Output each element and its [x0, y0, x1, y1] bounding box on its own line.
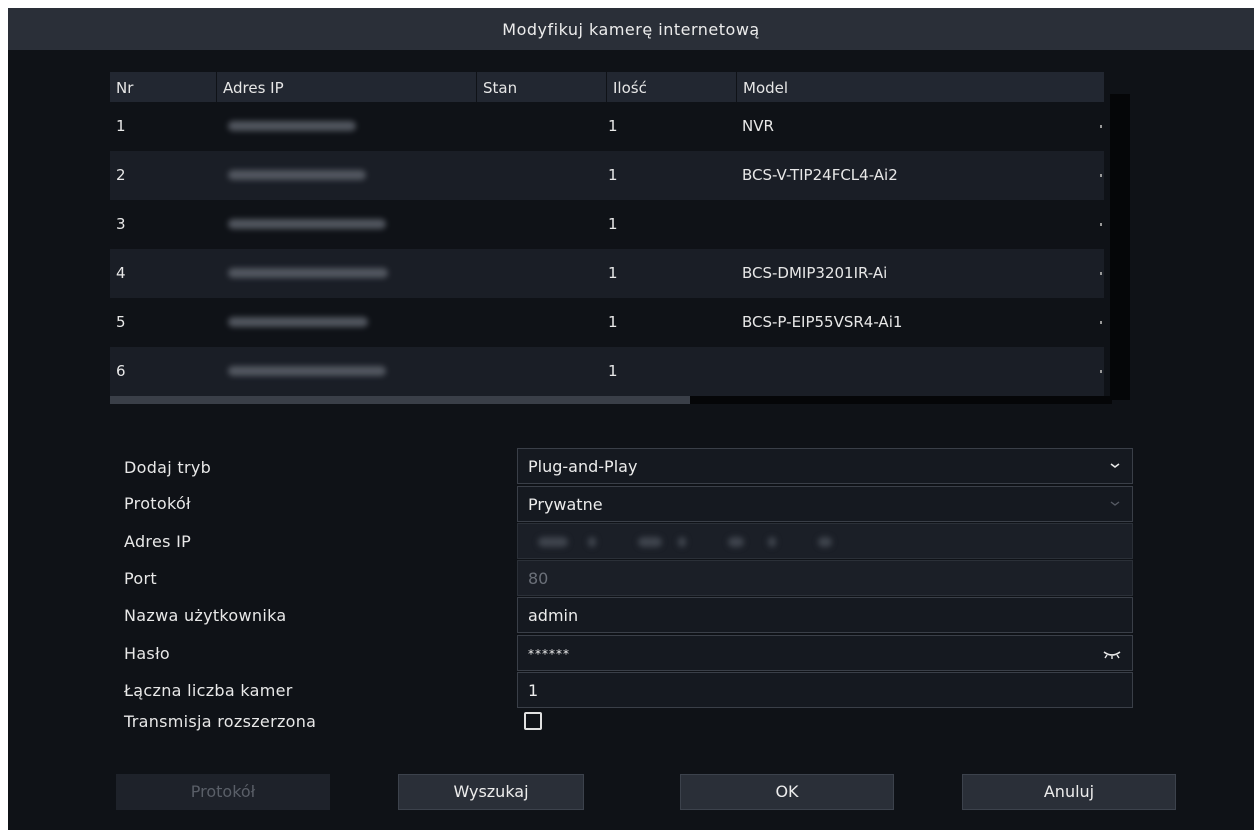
port-field[interactable]: 80 [517, 560, 1133, 596]
ip-dot [678, 537, 686, 547]
search-button[interactable]: Wyszukaj [398, 774, 584, 810]
ip-address-redacted [228, 121, 356, 131]
dialog-title: Modyfikuj kamerę internetową [502, 19, 760, 39]
label-protocol: Protokół [124, 494, 191, 513]
dialog-titlebar: Modyfikuj kamerę internetową [8, 8, 1254, 50]
ip-octet-redacted [818, 537, 832, 547]
row-marker [1100, 321, 1102, 324]
row-count: 1 [608, 215, 618, 233]
row-count: 1 [608, 362, 618, 380]
chevron-down-icon [1110, 463, 1120, 468]
row-nr: 3 [116, 215, 126, 233]
username-field[interactable]: admin [517, 597, 1133, 633]
row-count: 1 [608, 166, 618, 184]
ip-dot [768, 537, 776, 547]
ip-octet-redacted [538, 537, 568, 547]
extended-transmission-checkbox[interactable] [524, 712, 542, 730]
row-marker [1100, 370, 1102, 373]
eye-closed-icon[interactable] [1102, 648, 1122, 660]
column-header-ip[interactable]: Adres IP [216, 72, 476, 102]
row-model: BCS-V-TIP24FCL4-Ai2 [742, 166, 898, 184]
label-ip-address: Adres IP [124, 532, 192, 551]
port-value: 80 [528, 569, 549, 588]
table-row[interactable]: 3 1 [110, 200, 1104, 249]
ip-octet-redacted [728, 537, 744, 547]
row-nr: 1 [116, 117, 126, 135]
row-marker [1100, 125, 1102, 128]
ip-octet-redacted [638, 537, 662, 547]
column-header-status[interactable]: Stan [476, 72, 606, 102]
ip-address-redacted [228, 170, 366, 180]
label-extended-transmission: Transmisja rozszerzona [124, 712, 317, 731]
password-field[interactable]: ****** [517, 635, 1133, 671]
row-count: 1 [608, 117, 618, 135]
ok-button[interactable]: OK [680, 774, 894, 810]
label-port: Port [124, 569, 157, 588]
label-add-mode: Dodaj tryb [124, 458, 212, 477]
ip-address-redacted [228, 366, 386, 376]
table-row[interactable]: 2 1 BCS-V-TIP24FCL4-Ai2 [110, 151, 1104, 200]
cancel-button[interactable]: Anuluj [962, 774, 1176, 810]
username-value: admin [528, 606, 579, 625]
ip-address-field[interactable] [517, 523, 1133, 559]
camera-table: Nr Adres IP Stan Ilość Model 1 1 NVR 2 1… [110, 72, 1112, 404]
column-header-count[interactable]: Ilość [606, 72, 736, 102]
protocol-select[interactable]: Prywatne [517, 486, 1133, 522]
chevron-down-icon [1110, 501, 1120, 506]
camera-count-field[interactable]: 1 [517, 672, 1133, 708]
ip-address-redacted [228, 317, 368, 327]
row-model: BCS-DMIP3201IR-Ai [742, 264, 888, 282]
table-header: Nr Adres IP Stan Ilość Model [110, 72, 1104, 102]
table-row[interactable]: 1 1 NVR [110, 102, 1104, 151]
protocol-button[interactable]: Protokół [116, 774, 330, 810]
row-count: 1 [608, 313, 618, 331]
table-vertical-scrollbar[interactable] [1110, 94, 1130, 400]
protocol-value: Prywatne [528, 495, 603, 514]
camera-count-value: 1 [528, 681, 539, 700]
label-password: Hasło [124, 644, 171, 663]
table-row[interactable]: 4 1 BCS-DMIP3201IR-Ai [110, 249, 1104, 298]
table-row[interactable]: 6 1 [110, 347, 1104, 396]
table-horizontal-scroll-thumb[interactable] [110, 396, 690, 404]
ip-dot [588, 537, 596, 547]
row-nr: 2 [116, 166, 126, 184]
ip-address-redacted [228, 219, 386, 229]
password-value: ****** [528, 647, 570, 661]
row-model: NVR [742, 117, 774, 135]
row-nr: 5 [116, 313, 126, 331]
row-marker [1100, 223, 1102, 226]
column-header-model[interactable]: Model [736, 72, 1104, 102]
row-marker [1100, 272, 1102, 275]
row-model: BCS-P-EIP55VSR4-Ai1 [742, 313, 903, 331]
ip-address-redacted [228, 268, 388, 278]
column-header-nr[interactable]: Nr [110, 72, 216, 102]
table-row[interactable]: 5 1 BCS-P-EIP55VSR4-Ai1 [110, 298, 1104, 347]
row-nr: 4 [116, 264, 126, 282]
row-count: 1 [608, 264, 618, 282]
add-mode-select[interactable]: Plug-and-Play [517, 448, 1133, 484]
row-marker [1100, 174, 1102, 177]
label-username: Nazwa użytkownika [124, 606, 287, 625]
row-nr: 6 [116, 362, 126, 380]
add-mode-value: Plug-and-Play [528, 457, 638, 476]
label-camera-count: Łączna liczba kamer [124, 681, 293, 700]
